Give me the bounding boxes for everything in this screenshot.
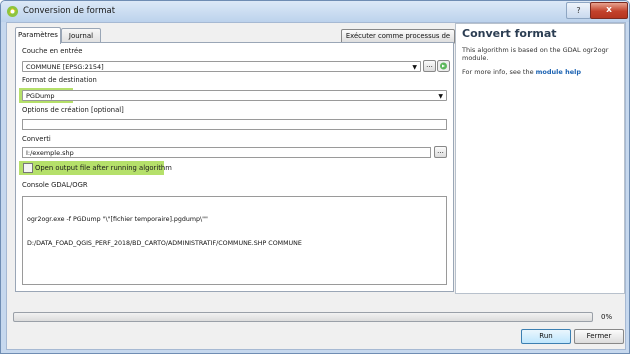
help-more-info: For more info, see the module help bbox=[462, 68, 617, 76]
input-layer-label: Couche en entrée bbox=[22, 47, 83, 55]
output-format-value: PGDump bbox=[26, 92, 55, 100]
iterate-icon[interactable] bbox=[437, 60, 450, 72]
input-layer-select[interactable]: COMMUNE [EPSG:2154] ▼ bbox=[22, 61, 421, 72]
run-button[interactable]: Run bbox=[521, 329, 571, 344]
converted-label: Converti bbox=[22, 135, 51, 143]
output-format-select[interactable]: PGDump ▼ bbox=[22, 90, 447, 101]
creation-options-input[interactable] bbox=[22, 119, 447, 130]
dialog-body: Paramètres Journal Exécuter comme proces… bbox=[6, 22, 626, 350]
chevron-down-icon: ▼ bbox=[412, 64, 417, 71]
help-button[interactable]: ? bbox=[566, 2, 591, 19]
converted-browse-button[interactable]: ... bbox=[434, 146, 447, 158]
console-label: Console GDAL/OGR bbox=[22, 181, 88, 189]
module-help-link[interactable]: module help bbox=[536, 68, 581, 76]
help-more-info-prefix: For more info, see the bbox=[462, 68, 534, 76]
parameters-panel: Couche en entrée COMMUNE [EPSG:2154] ▼ .… bbox=[15, 42, 454, 292]
help-panel: Convert format This algorithm is based o… bbox=[455, 23, 625, 294]
help-description: This algorithm is based on the GDAL ogr2… bbox=[462, 46, 609, 62]
qgis-icon bbox=[7, 6, 18, 17]
console-line: ogr2ogr.exe -f PGDump "\"[fichier tempor… bbox=[27, 216, 208, 223]
tab-parametres[interactable]: Paramètres bbox=[15, 27, 61, 44]
open-output-checkbox[interactable] bbox=[23, 163, 33, 173]
window-title: Conversion de format bbox=[23, 6, 116, 16]
input-layer-value: COMMUNE [EPSG:2154] bbox=[26, 63, 104, 71]
dialog-window: Conversion de format ? x Paramètres Jour… bbox=[0, 0, 630, 354]
chevron-down-icon: ▼ bbox=[438, 93, 443, 100]
progress-percent: 0% bbox=[601, 313, 613, 321]
converted-output-input[interactable]: I:/exemple.shp bbox=[22, 147, 431, 158]
window-close-button[interactable]: x bbox=[590, 2, 628, 19]
help-title: Convert format bbox=[462, 27, 557, 40]
input-layer-browse-button[interactable]: ... bbox=[423, 60, 436, 72]
title-bar: Conversion de format ? x bbox=[1, 1, 629, 22]
progress-bar bbox=[13, 312, 593, 322]
close-button[interactable]: Fermer bbox=[574, 329, 624, 344]
console-line: D:/DATA_FOAD_QGIS_PERF_2018/BD_CARTO/ADM… bbox=[27, 240, 302, 247]
output-format-label: Format de destination bbox=[22, 76, 97, 84]
open-output-label: Open output file after running algorithm bbox=[35, 164, 172, 172]
console-textarea[interactable]: ogr2ogr.exe -f PGDump "\"[fichier tempor… bbox=[22, 196, 447, 285]
creation-options-label: Options de création [optional] bbox=[22, 106, 124, 114]
